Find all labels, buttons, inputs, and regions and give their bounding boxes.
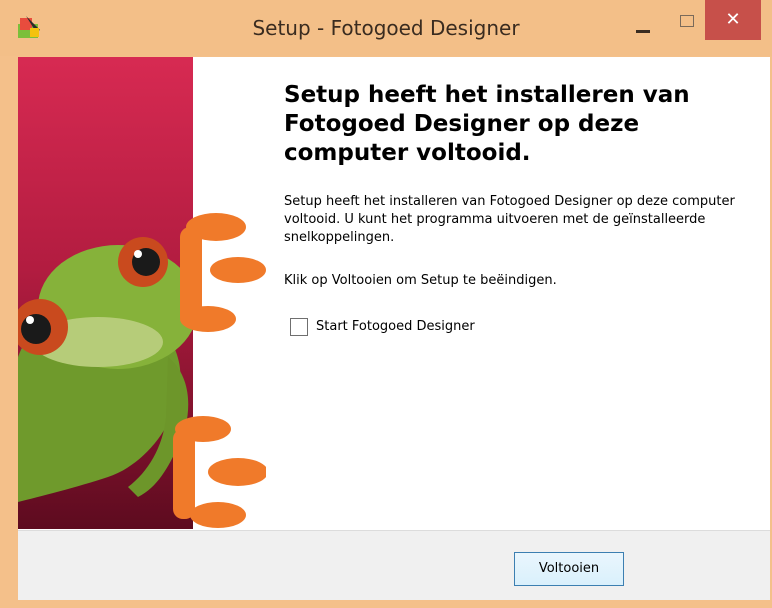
wizard-footer: Voltooien (18, 530, 770, 600)
title-bar[interactable]: Setup - Fotogoed Designer ✕ (0, 0, 772, 56)
close-button[interactable]: ✕ (705, 0, 761, 40)
launch-checkbox-label[interactable]: Start Fotogoed Designer (316, 319, 475, 334)
wizard-banner (18, 57, 266, 529)
maximize-icon[interactable] (672, 12, 700, 36)
launch-checkbox[interactable] (290, 318, 308, 336)
finish-instruction: Klik op Voltooien om Setup te beëindigen… (284, 273, 557, 288)
page-title: Setup heeft het installeren van Fotogoed… (284, 82, 690, 166)
finish-button[interactable]: Voltooien (514, 552, 624, 586)
frog-mascot-image (18, 57, 266, 529)
wizard-page: Setup heeft het installeren van Fotogoed… (18, 57, 770, 600)
setup-window: Setup - Fotogoed Designer ✕ Setup heeft … (0, 0, 772, 608)
minimize-icon[interactable] (630, 14, 658, 38)
close-icon: ✕ (725, 9, 741, 30)
completion-description: Setup heeft het installeren van Fotogoed… (284, 194, 735, 245)
